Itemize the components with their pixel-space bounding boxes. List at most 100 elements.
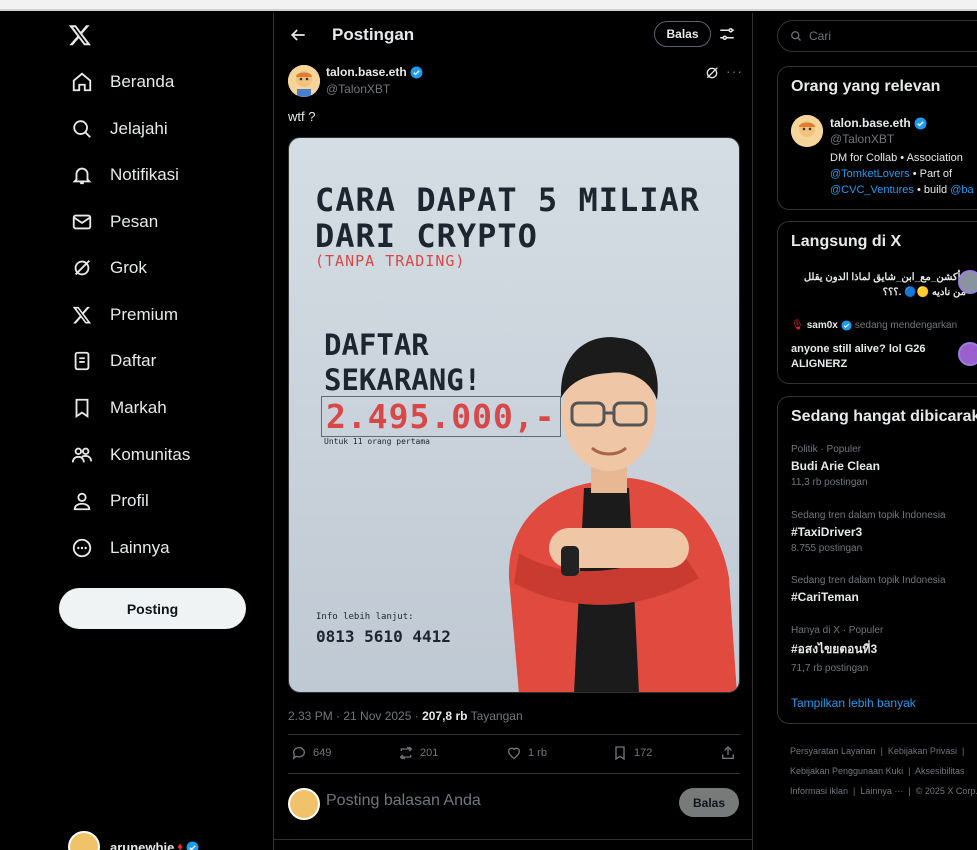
verified-badge-icon [410, 66, 423, 78]
card-title: Sedang hangat dibicarakan [791, 408, 977, 425]
card-title: Langsung di X [791, 233, 902, 250]
person-icon [70, 489, 94, 513]
person-photo [508, 337, 737, 692]
more-options-icon[interactable]: ··· [726, 63, 743, 79]
divider [288, 773, 740, 774]
trends-card: Sedang hangat dibicarakan Politik · Popu… [777, 396, 977, 724]
main-column: Postingan Balas talon.base.eth @TalonXBT… [273, 13, 753, 850]
bio-link[interactable]: @CVC_Ventures [830, 184, 914, 196]
nav-item-communities[interactable]: Komunitas [58, 433, 202, 477]
heart-icon [507, 747, 521, 760]
live-thumbnail[interactable] [958, 270, 977, 294]
post-image[interactable]: CARA DAPAT 5 MILIAR DARI CRYPTO (TANPA T… [288, 137, 740, 693]
sliders-icon[interactable] [718, 25, 736, 43]
envelope-icon [70, 210, 94, 234]
footer-link[interactable]: Kebijakan Penggunaan Kuki [790, 766, 903, 776]
nav-item-bookmarks[interactable]: Markah [58, 386, 179, 430]
bell-icon [70, 163, 94, 187]
nav-label: Pesan [110, 212, 159, 231]
nav-item-premium[interactable]: Premium [58, 293, 190, 337]
post-button[interactable]: Posting [59, 588, 246, 629]
reply-button[interactable]: 649 [291, 745, 331, 761]
nav-item-notifications[interactable]: Notifikasi [58, 153, 191, 197]
verified-badge-icon [914, 117, 927, 129]
live-thumbnail[interactable] [958, 342, 977, 366]
card-title: Orang yang relevan [791, 78, 941, 95]
reply-input[interactable]: Posting balasan Anda [326, 792, 481, 810]
image-headline: CARA DAPAT 5 MILIAR DARI CRYPTO [315, 181, 701, 255]
footer-links: Persyaratan Layanan | Kebijakan Privasi … [790, 746, 977, 796]
trend-item[interactable]: Sedang tren dalam topik Indonesia #CariT… [791, 575, 946, 604]
nav-item-messages[interactable]: Pesan [58, 200, 170, 244]
relevant-avatar[interactable] [791, 115, 823, 147]
repost-button[interactable]: 201 [398, 745, 438, 761]
nav-item-more[interactable]: Lainnya [58, 526, 182, 570]
trend-item[interactable]: Politik · Populer Budi Arie Clean 11,3 r… [791, 444, 880, 488]
bio-link[interactable]: @TomketLovers [830, 168, 910, 180]
grok-icon[interactable] [704, 65, 720, 81]
author-avatar[interactable] [288, 65, 320, 97]
post-text: wtf ? [288, 109, 316, 124]
views-label: Tayangan [467, 709, 523, 723]
footer-link[interactable]: Aksesibilitas [915, 766, 965, 776]
author-handle[interactable]: @TalonXBT [326, 82, 390, 96]
nav-item-profile[interactable]: Profil [58, 479, 161, 523]
back-arrow-icon[interactable] [288, 25, 308, 45]
footer-copyright: © 2025 X Corp. [915, 786, 977, 796]
x-logo-icon [70, 303, 94, 327]
diamond-icon: ♦ [177, 841, 183, 850]
relevant-bio: DM for Collab • Association @TomketLover… [830, 152, 974, 196]
live-item-title[interactable]: anyone still alive? lol G26 ALIGNERZ [791, 342, 956, 372]
grok-icon [70, 256, 94, 280]
bookmark-button[interactable]: 172 [612, 745, 652, 761]
footer-link[interactable]: Informasi iklan [790, 786, 848, 796]
nav-label: Profil [110, 491, 149, 510]
reply-filter-button[interactable]: Balas [654, 21, 711, 47]
account-more-icon[interactable]: ··· [243, 843, 257, 850]
share-icon [722, 746, 734, 759]
account-switcher[interactable]: arunewbie ♦ ··· [68, 831, 257, 850]
divider [288, 734, 740, 735]
bookmark-icon [70, 396, 94, 420]
account-name: arunewbie [110, 839, 175, 850]
show-more-link[interactable]: Tampilkan lebih banyak [791, 696, 916, 710]
verified-badge-icon [186, 841, 199, 850]
relevant-name[interactable]: talon.base.eth [830, 116, 927, 130]
bookmark-icon [615, 746, 625, 761]
nav-label: Komunitas [110, 445, 191, 464]
relevant-handle[interactable]: @TalonXBT [830, 132, 894, 146]
mic-icon: 🎙 [791, 320, 804, 331]
x-logo-icon[interactable] [68, 23, 92, 47]
post-header: Postingan Balas [274, 13, 752, 57]
bio-link[interactable]: @ba [950, 184, 973, 196]
image-cta: DAFTAR SEKARANG! [324, 328, 482, 397]
image-note: Untuk 11 orang pertama [324, 437, 430, 446]
image-subheadline: (TANPA TRADING) [315, 252, 466, 270]
reply-icon [292, 747, 305, 760]
avatar [288, 788, 320, 820]
nav-label: Beranda [110, 72, 175, 91]
share-button[interactable] [720, 745, 736, 761]
views-count: 207,8 rb [422, 709, 468, 723]
nav-item-explore[interactable]: Jelajahi [58, 107, 180, 151]
nav-item-home[interactable]: Beranda [58, 60, 186, 104]
nav-item-lists[interactable]: Daftar [58, 339, 168, 383]
repost-icon [399, 746, 413, 760]
search-input[interactable]: Cari [777, 20, 977, 52]
trend-item[interactable]: Sedang tren dalam topik Indonesia #TaxiD… [791, 510, 946, 554]
footer-link[interactable]: Persyaratan Layanan [790, 746, 876, 756]
trend-item[interactable]: Hanya di X · Populer #อสงไขยตอนที่3 71,7… [791, 625, 883, 674]
more-circle-icon [70, 536, 94, 560]
footer-link[interactable]: Kebijakan Privasi [888, 746, 957, 756]
post-time[interactable]: 2.33 PM · 21 Nov 2025 · [288, 709, 422, 723]
nav-item-grok[interactable]: Grok [58, 246, 159, 290]
reply-submit-button[interactable]: Balas [679, 788, 739, 817]
live-card: Langsung di X #أكشن_مع_ابن_شايق لماذا ال… [777, 221, 977, 384]
author-name[interactable]: talon.base.eth [326, 65, 423, 79]
live-item-title[interactable]: #أكشن_مع_ابن_شايق لماذا الدون يقلل من نا… [791, 270, 966, 300]
people-icon [70, 443, 94, 467]
footer-link[interactable]: Lainnya ··· [860, 786, 903, 796]
like-button[interactable]: 1 rb [506, 745, 547, 761]
image-phone: 0813 5610 4412 [316, 627, 451, 646]
search-icon [791, 31, 801, 41]
